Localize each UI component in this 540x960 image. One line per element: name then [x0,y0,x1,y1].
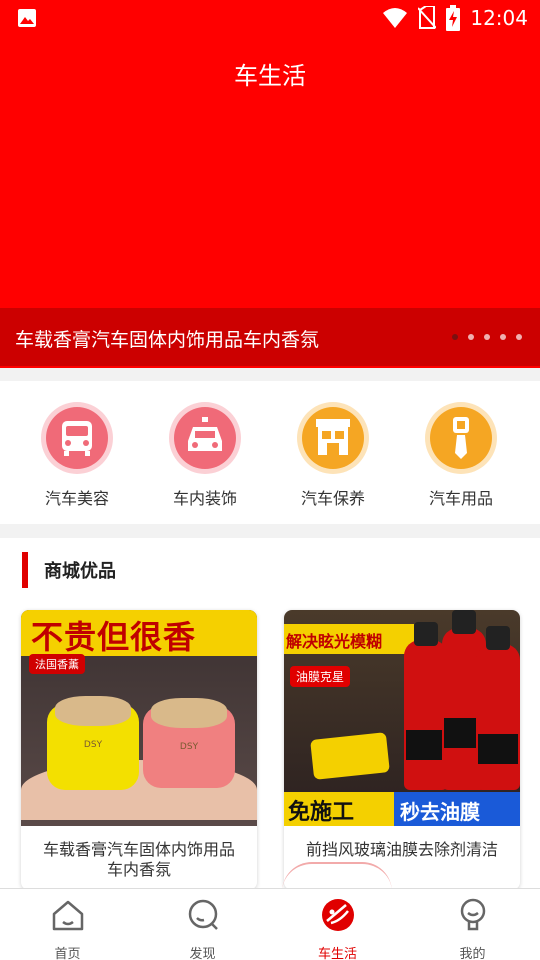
car-icon [168,401,242,475]
banner-caption-text: 车载香膏汽车固体内饰用品车内香氛 [15,329,320,351]
discover-icon [188,899,218,930]
tab-label: 发现 [189,947,216,960]
carousel-dot[interactable] [452,334,458,340]
category-label: 车内装饰 [172,489,237,508]
product-name: 车载香膏汽车固体内饰用品车内香氛 [42,840,235,879]
product-image: 不贵但很香 法国香薰 DSY DSY [21,610,257,826]
product-banner-text: 解决眩光模糊 [284,624,414,654]
tab-label: 首页 [54,947,81,960]
wifi-icon [383,8,408,28]
category-label: 汽车美容 [44,489,109,508]
battery-charging-icon [446,5,461,31]
tab-profile[interactable]: 我的 [405,889,540,960]
tab-car-life[interactable]: 车生活 [270,889,405,960]
product-card[interactable]: 解决眩光模糊 油膜克星 免施工 秒去油膜 前挡风玻璃油膜去除剂清洁 [284,610,520,890]
category-maintenance[interactable]: 汽车保养 [269,401,397,509]
tab-home[interactable]: 首页 [0,889,135,960]
bus-icon [40,401,114,475]
category-grid: 汽车美容 车内装饰 汽车保养 汽车用品 [0,381,540,524]
product-promo-left: 免施工 [284,792,394,826]
product-banner: 不贵但很香 [21,610,257,656]
banner-caption: 车载香膏汽车固体内饰用品车内香氛 [0,308,540,366]
status-time: 12:04 [470,6,528,30]
section-header: 商城优品 [22,552,116,588]
tie-icon [424,401,498,475]
yellow-jar: DSY [47,696,139,790]
profile-icon [460,898,486,931]
carousel-indicator [452,334,522,340]
category-interior-decor[interactable]: 车内装饰 [141,401,269,509]
garage-icon [296,401,370,475]
home-icon [52,900,84,931]
product-banner-text: 不贵但很香 [31,618,197,656]
product-name: 前挡风玻璃油膜去除剂清洁 [305,840,498,859]
section-accent-bar [22,552,28,588]
section-title: 商城优品 [44,561,116,582]
carousel-dot[interactable] [516,334,522,340]
status-bar: 12:04 [0,0,540,36]
shop-section: 商城优品 不贵但很香 法国香薰 DSY DSY 车载香膏汽车固体内饰用品车内香氛… [0,538,540,890]
product-card[interactable]: 不贵但很香 法国香薰 DSY DSY 车载香膏汽车固体内饰用品车内香氛 [21,610,257,890]
no-sim-icon [418,6,437,29]
product-image: 解决眩光模糊 油膜克星 免施工 秒去油膜 [284,610,520,826]
tab-discover[interactable]: 发现 [135,889,270,960]
carousel-dot[interactable] [484,334,490,340]
tab-label: 车生活 [317,947,357,960]
hero-banner[interactable]: 车生活 车载香膏汽车固体内饰用品车内香氛 [0,36,540,368]
product-tag: 油膜克星 [290,666,351,687]
category-label: 汽车用品 [428,489,493,508]
product-promo-right: 秒去油膜 [394,792,520,826]
category-supplies[interactable]: 汽车用品 [397,401,525,509]
bottle-shape [476,626,520,790]
bottom-tab-bar: 首页 发现 车生活 我的 [0,888,540,960]
jar-label: DSY [83,740,103,750]
carousel-dot[interactable] [468,334,474,340]
pink-jar: DSY [143,698,235,788]
image-icon [18,9,36,27]
car-life-icon [322,899,354,931]
cloth-shape [310,732,390,780]
carousel-dot[interactable] [500,334,506,340]
jar-label: DSY [179,742,199,752]
category-car-beauty[interactable]: 汽车美容 [13,401,141,509]
product-tag: 法国香薰 [29,654,85,674]
tab-label: 我的 [459,947,486,960]
category-label: 汽车保养 [300,489,365,508]
page-title: 车生活 [234,62,306,90]
